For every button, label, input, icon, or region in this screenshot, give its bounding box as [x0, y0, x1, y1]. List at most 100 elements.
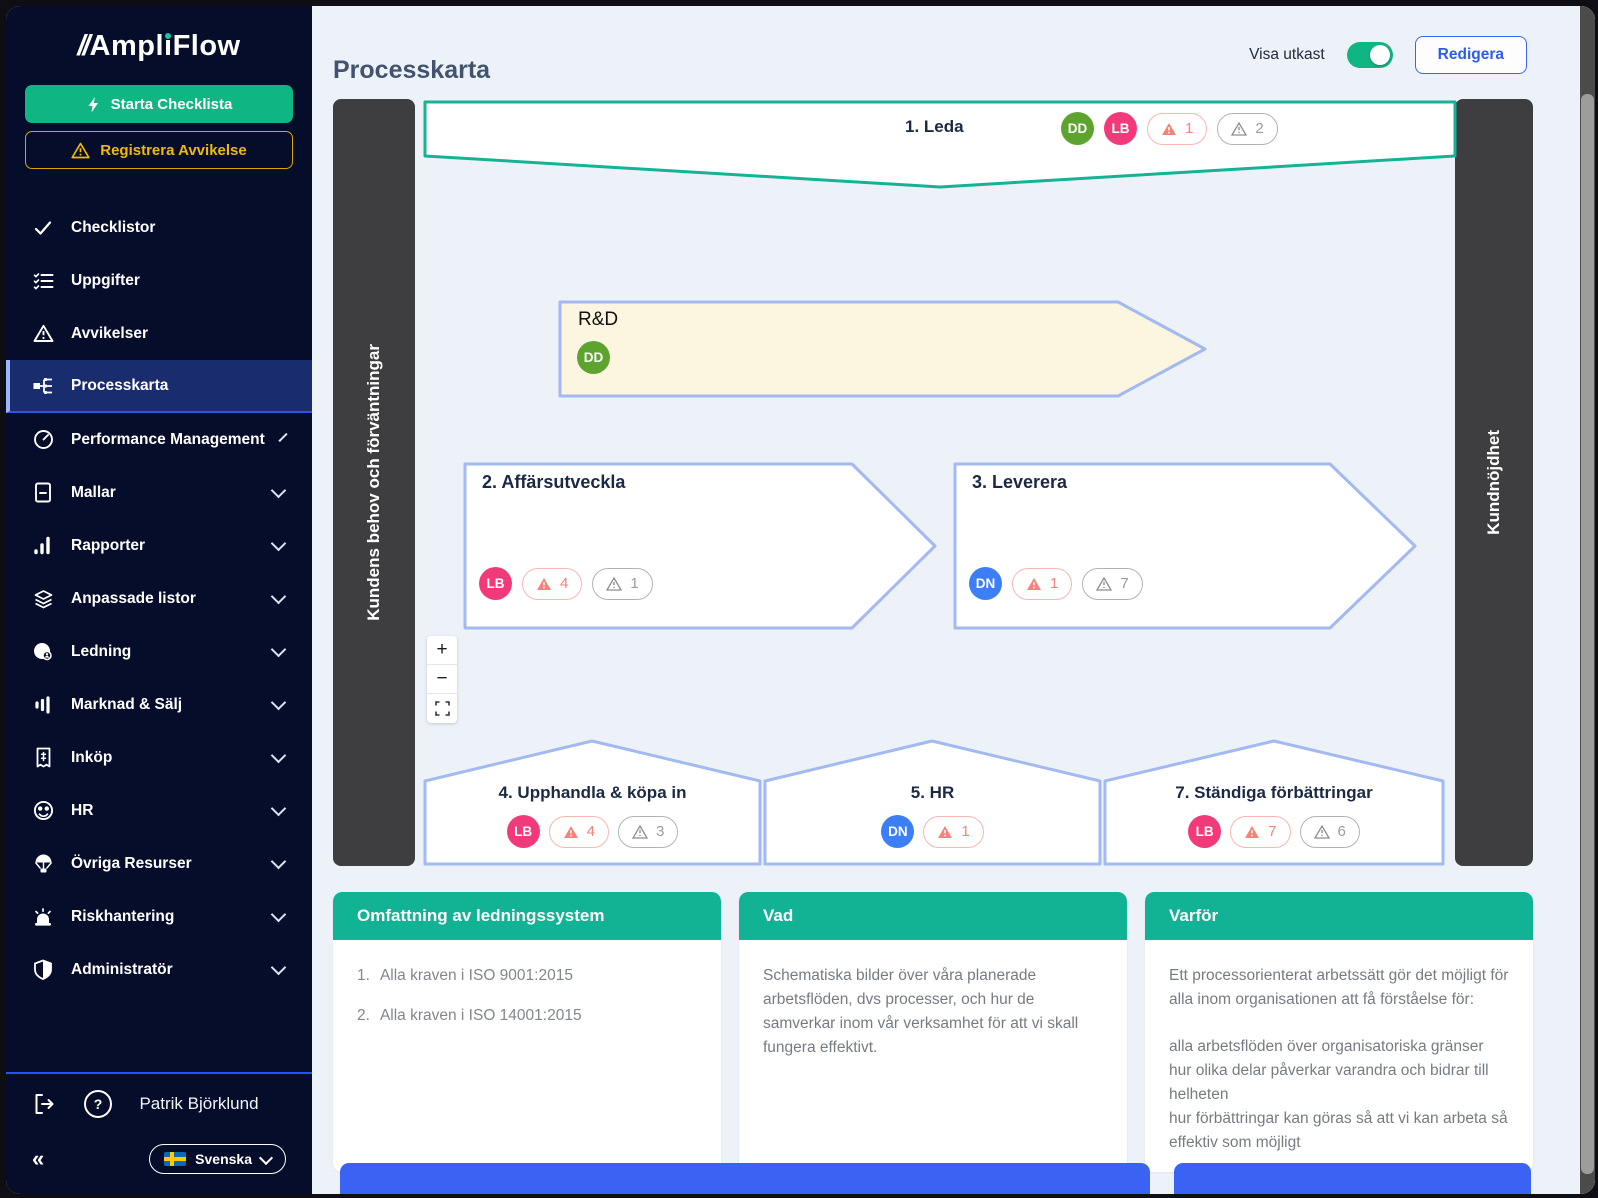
owner-badge-dd[interactable]: DD	[577, 341, 610, 374]
scope-card-title: Omfattning av ledningssystem	[333, 892, 721, 940]
sidebar-item-checklistor[interactable]: Checklistor	[6, 201, 312, 254]
error-count-pill[interactable]: 1	[1012, 568, 1072, 600]
sidebar-nav: Checklistor Uppgifter Avvikelser Process…	[6, 201, 312, 996]
sidebar-item-ledning[interactable]: Ledning	[6, 625, 312, 678]
owner-badge-lb[interactable]: LB	[479, 567, 512, 600]
sidebar-item-administrator[interactable]: Administratör	[6, 943, 312, 996]
sidebar-item-uppgifter[interactable]: Uppgifter	[6, 254, 312, 307]
owner-badge-lb[interactable]: LB	[1188, 815, 1221, 848]
what-card: Vad Schematiska bilder över våra planera…	[739, 892, 1127, 1172]
chevron-down-icon	[271, 536, 287, 552]
process-label: 3. Leverera	[972, 472, 1067, 493]
error-count-pill[interactable]: 4	[522, 568, 582, 600]
owner-badge-dn[interactable]: DN	[881, 815, 914, 848]
main-content: Processkarta Visa utkast Redigera Kunden…	[312, 6, 1595, 1194]
error-count-pill[interactable]: 4	[549, 816, 609, 848]
sidebar-item-performance-management[interactable]: Performance Management	[6, 413, 312, 466]
what-card-title: Vad	[739, 892, 1127, 940]
owner-badge-dd[interactable]: DD	[1061, 112, 1094, 145]
sidebar-item-ovriga-resurser[interactable]: Övriga Resurser	[6, 837, 312, 890]
gauge-icon	[32, 429, 54, 451]
edit-button[interactable]: Redigera	[1415, 36, 1527, 74]
collapsed-section-bar[interactable]	[1174, 1163, 1531, 1194]
process-badges: DD LB 1 2	[1061, 112, 1278, 145]
fullscreen-button[interactable]	[427, 694, 457, 723]
chevron-down-icon	[271, 801, 287, 817]
warning-count-pill[interactable]: 7	[1082, 568, 1142, 600]
amplifow-logo: //AmpliFlow	[6, 30, 312, 63]
warning-count-pill[interactable]: 2	[1217, 113, 1277, 145]
chevron-down-icon	[271, 695, 287, 711]
sidebar-item-processkarta[interactable]: Processkarta	[6, 360, 312, 413]
user-name[interactable]: Patrik Björklund	[112, 1094, 286, 1114]
page-title: Processkarta	[333, 56, 490, 85]
warning-count-pill[interactable]: 6	[1300, 816, 1360, 848]
sidebar-item-anpassade-listor[interactable]: Anpassade listor	[6, 572, 312, 625]
collapsed-section-bar[interactable]	[340, 1163, 1150, 1194]
draft-toggle[interactable]	[1347, 42, 1393, 68]
sidebar-item-inkop[interactable]: Inköp	[6, 731, 312, 784]
zoom-in-button[interactable]: +	[427, 636, 457, 665]
process-badges: DD	[577, 341, 610, 374]
logo-slashes-icon: //	[77, 30, 87, 62]
warning-triangle-icon	[32, 323, 54, 345]
sidebar-item-hr[interactable]: HR	[6, 784, 312, 837]
scope-item: 2.Alla kraven i ISO 14001:2015	[357, 1004, 697, 1028]
toggle-knob	[1370, 45, 1390, 65]
scrollbar-thumb[interactable]	[1581, 94, 1594, 1174]
zoom-out-button[interactable]: −	[427, 665, 457, 694]
chevron-down-icon	[271, 854, 287, 870]
error-count-pill[interactable]: 1	[1147, 113, 1207, 145]
header-controls: Visa utkast Redigera	[1249, 36, 1527, 74]
what-card-body: Schematiska bilder över våra planerade a…	[739, 940, 1127, 1084]
collapse-sidebar-icon[interactable]: «	[32, 1148, 44, 1170]
task-list-icon	[32, 270, 54, 292]
layers-icon	[32, 588, 54, 610]
chevron-down-icon	[271, 748, 287, 764]
chevron-down-icon	[259, 1150, 273, 1164]
info-cards-row: Omfattning av ledningssystem 1.Alla krav…	[333, 892, 1533, 1172]
help-icon[interactable]: ?	[84, 1090, 112, 1118]
why-card-intro: Ett processorienterat arbetssätt gör det…	[1169, 964, 1509, 1012]
owner-badge-lb[interactable]: LB	[1104, 112, 1137, 145]
sidebar-item-marknad-salj[interactable]: Marknad & Sälj	[6, 678, 312, 731]
process-shape-leda[interactable]	[425, 102, 1455, 187]
register-deviation-button[interactable]: Registrera Avvikelse	[25, 131, 293, 169]
process-badges: LB 4 3	[425, 815, 760, 848]
map-zoom-controls: + −	[427, 636, 457, 723]
chevron-down-icon	[278, 433, 287, 442]
sidebar-item-mallar[interactable]: Mallar	[6, 466, 312, 519]
process-badges: LB 4 1	[479, 567, 653, 600]
people-icon	[32, 800, 54, 822]
chevron-down-icon	[271, 960, 287, 976]
error-count-pill[interactable]: 1	[923, 816, 983, 848]
process-label: 4. Upphandla & köpa in	[425, 783, 760, 803]
draft-toggle-label: Visa utkast	[1249, 46, 1325, 64]
flash-icon	[86, 96, 101, 113]
error-count-pill[interactable]: 7	[1230, 816, 1290, 848]
warning-count-pill[interactable]: 3	[618, 816, 678, 848]
start-checklist-button[interactable]: Starta Checklista	[25, 85, 293, 123]
logout-icon[interactable]	[32, 1092, 56, 1116]
process-label: R&D	[578, 309, 618, 331]
chevron-down-icon	[271, 483, 287, 499]
warning-triangle-icon	[71, 142, 90, 159]
check-icon	[32, 217, 54, 239]
sidebar: //AmpliFlow Starta Checklista Registrera…	[6, 6, 312, 1194]
swedish-flag-icon	[164, 1152, 186, 1166]
language-selector[interactable]: Svenska	[149, 1144, 286, 1174]
owner-badge-lb[interactable]: LB	[507, 815, 540, 848]
vertical-scrollbar[interactable]	[1580, 6, 1595, 1194]
document-icon	[32, 482, 54, 504]
sidebar-item-riskhantering[interactable]: Riskhantering	[6, 890, 312, 943]
sidebar-item-avvikelser[interactable]: Avvikelser	[6, 307, 312, 360]
chevron-down-icon	[271, 907, 287, 923]
bar-chart-icon	[32, 535, 54, 557]
warning-count-pill[interactable]: 1	[592, 568, 652, 600]
owner-badge-dn[interactable]: DN	[969, 567, 1002, 600]
process-shape-rd[interactable]	[560, 302, 1205, 396]
sidebar-item-rapporter[interactable]: Rapporter	[6, 519, 312, 572]
app-window: //AmpliFlow Starta Checklista Registrera…	[6, 6, 1595, 1194]
parachute-icon	[32, 853, 54, 875]
chevron-down-icon	[271, 589, 287, 605]
